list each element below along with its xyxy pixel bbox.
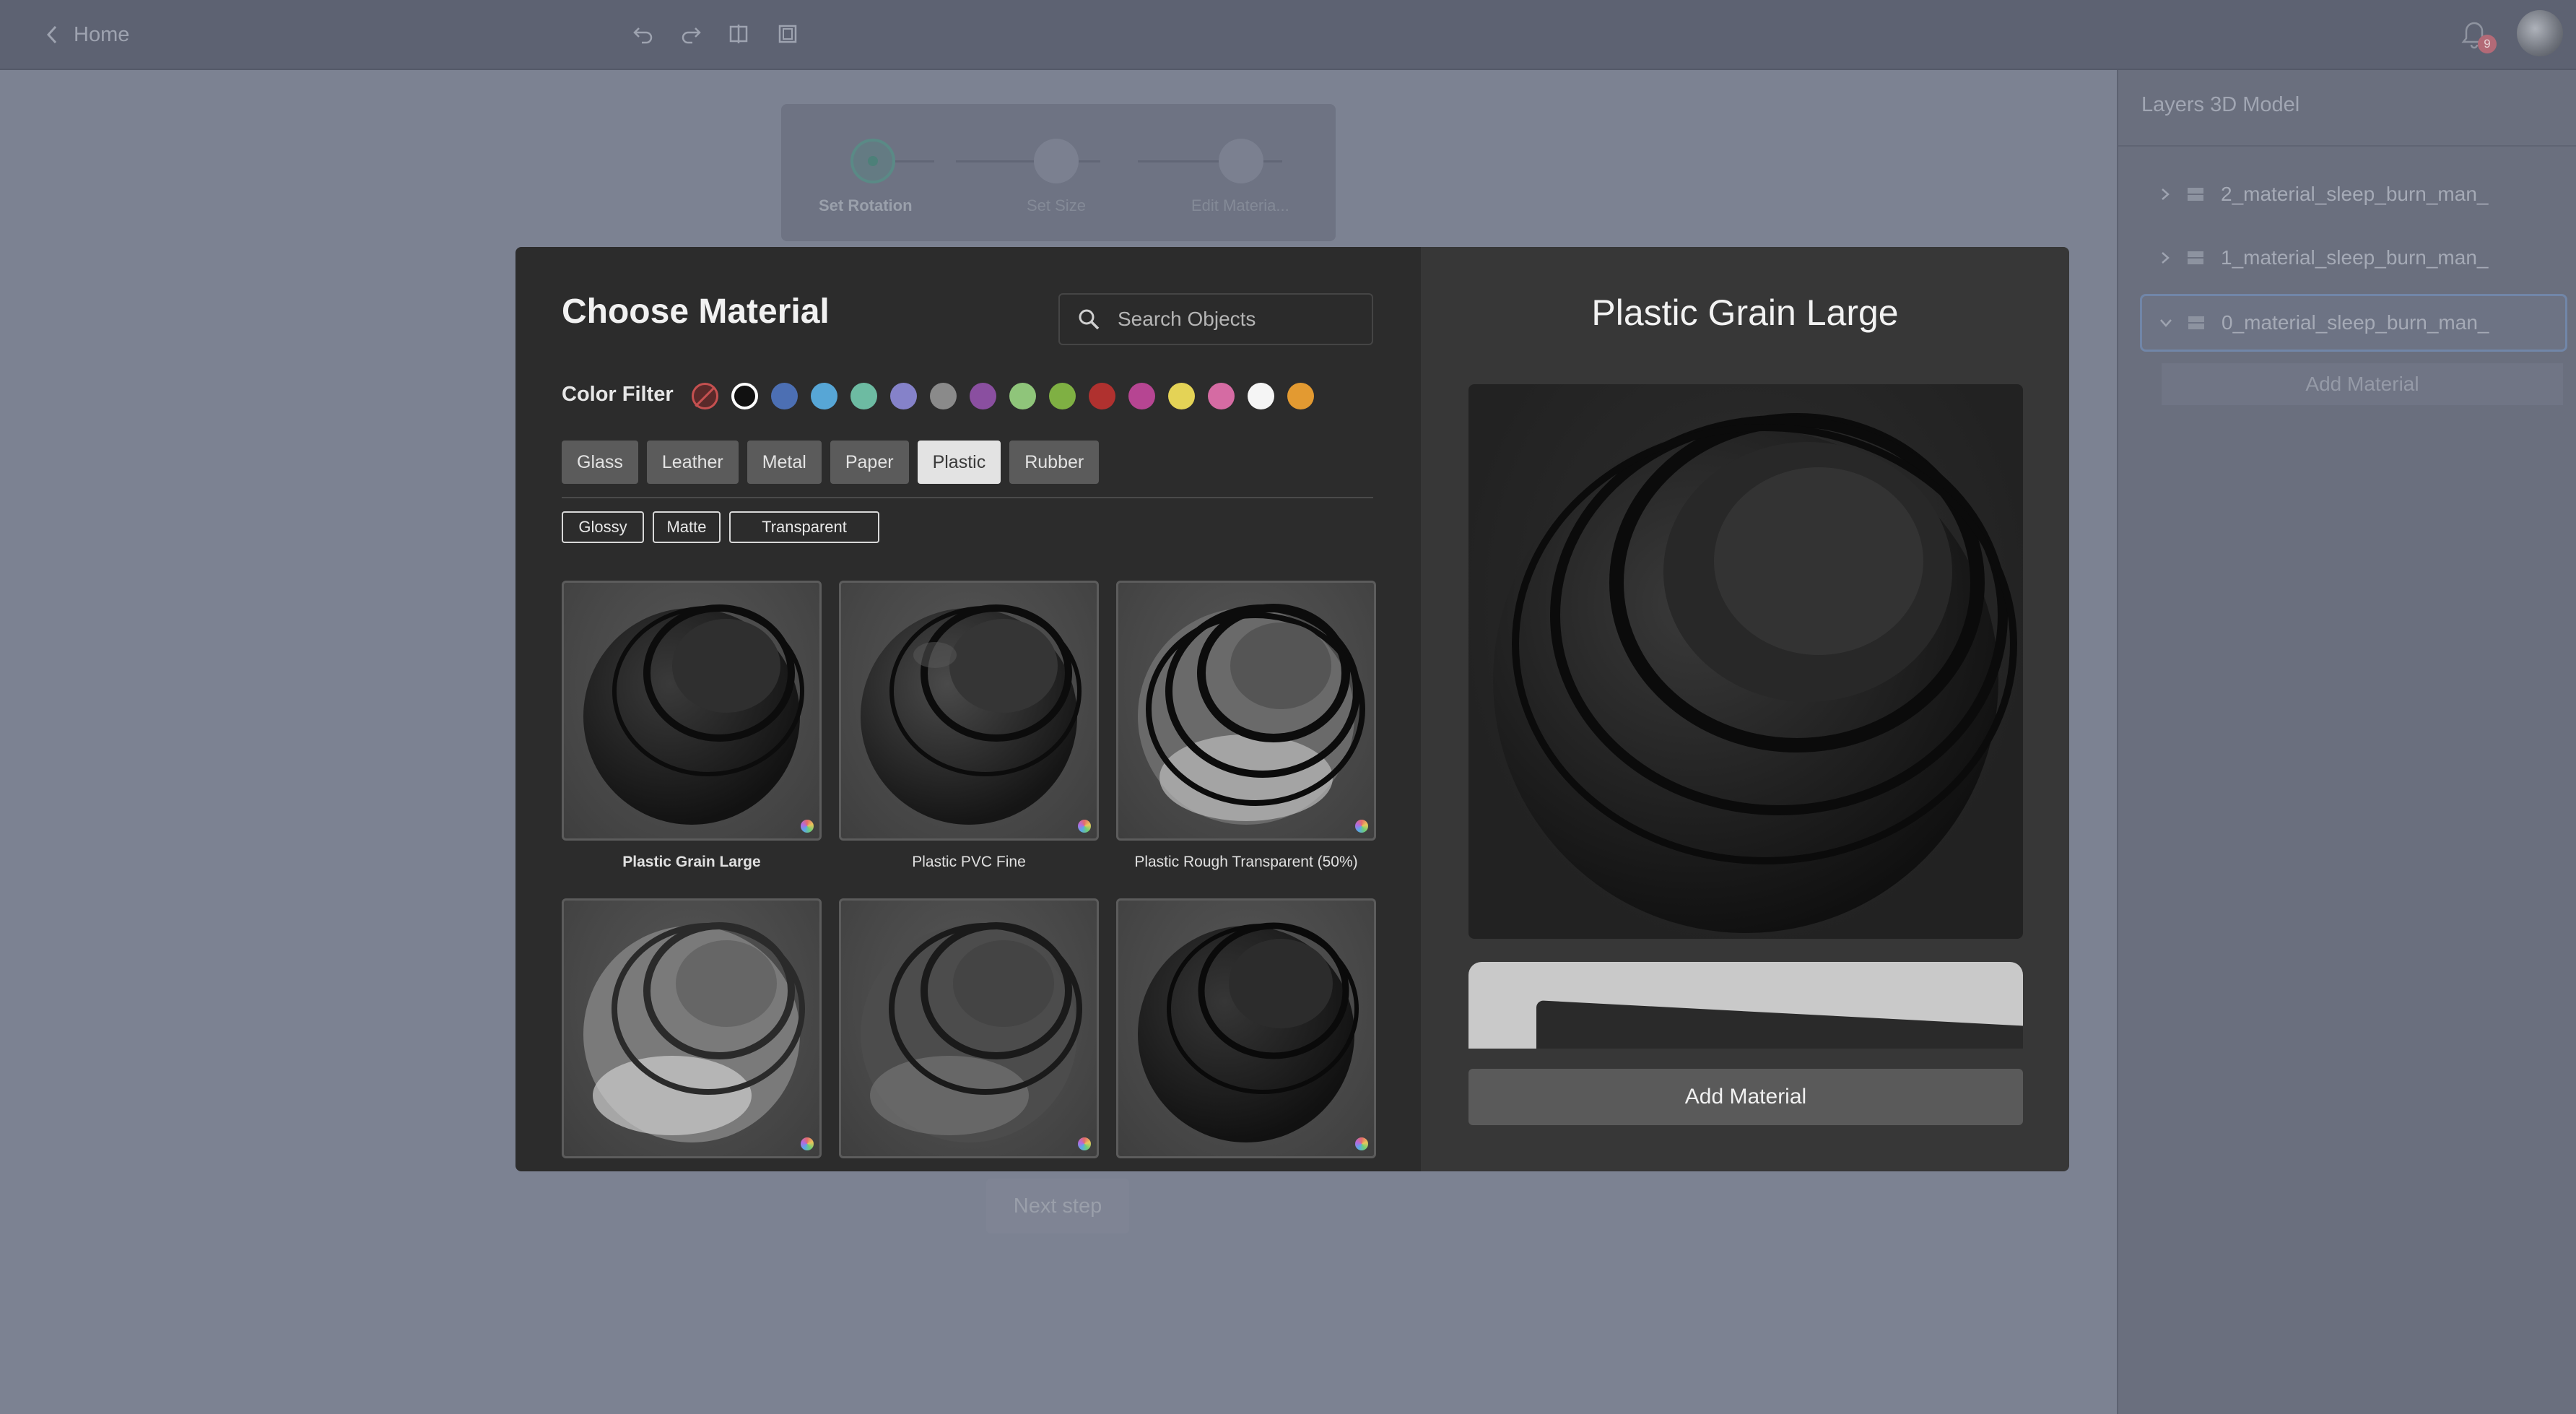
split-view-icon[interactable]: [722, 17, 755, 51]
material-card[interactable]: [839, 581, 1099, 841]
color-swatch-magenta[interactable]: [1128, 382, 1155, 409]
layer-item[interactable]: 2_material_sleep_burn_man_: [2141, 168, 2564, 221]
color-swatch-pink[interactable]: [1208, 382, 1235, 409]
texture-preview-image: [1468, 962, 2023, 1049]
layer-icon: [2188, 251, 2203, 264]
color-swatch-blue[interactable]: [771, 382, 798, 409]
layer-icon: [2188, 316, 2204, 329]
divider: [562, 497, 1373, 498]
layer-name: 0_material_sleep_burn_man_: [2222, 311, 2489, 334]
chevron-right-icon[interactable]: [2154, 251, 2176, 265]
color-swatch-light-blue[interactable]: [811, 382, 837, 409]
material-card[interactable]: [1116, 898, 1376, 1158]
tab-rubber[interactable]: Rubber: [1009, 441, 1100, 484]
color-filter-label: Color Filter: [562, 383, 674, 406]
notification-badge: 9: [2478, 35, 2497, 53]
material-sphere-image: [1138, 604, 1365, 825]
step-label-set-rotation: Set Rotation: [819, 196, 913, 214]
color-swatch-white[interactable]: [1248, 382, 1274, 409]
layer-name: 2_material_sleep_burn_man_: [2221, 183, 2489, 205]
material-preview-image: [1468, 384, 2023, 939]
material-preview-panel: Plastic Grain Large Add Material: [1421, 247, 2069, 1171]
material-sphere-image: [1138, 922, 1359, 1142]
color-swatch-teal[interactable]: [850, 382, 877, 409]
color-swatch-red[interactable]: [1089, 382, 1115, 409]
modal-title: Choose Material: [562, 292, 830, 331]
color-variant-icon: [1355, 820, 1368, 833]
category-tabs: Glass Leather Metal Paper Plastic Rubber: [562, 441, 1108, 484]
filter-matte[interactable]: Matte: [653, 511, 721, 543]
step-dot-set-size[interactable]: [1034, 139, 1079, 183]
next-step-button[interactable]: Next step: [986, 1179, 1129, 1233]
chevron-right-icon[interactable]: [2154, 187, 2176, 201]
color-swatch-gray[interactable]: [930, 382, 957, 409]
add-material-button[interactable]: Add Material: [1468, 1069, 2023, 1125]
redo-icon[interactable]: [674, 17, 708, 51]
finish-filters: Glossy Matte Transparent: [562, 511, 888, 543]
chevron-left-icon: [36, 19, 68, 51]
step-label-set-size: Set Size: [1027, 196, 1086, 214]
material-sphere-image: [583, 604, 804, 825]
color-variant-icon: [801, 820, 814, 833]
color-swatch-yellow[interactable]: [1168, 382, 1195, 409]
search-input[interactable]: [1116, 307, 1357, 331]
divider: [2118, 145, 2576, 147]
color-swatch-purple[interactable]: [970, 382, 996, 409]
filter-glossy[interactable]: Glossy: [562, 511, 644, 543]
layers-panel: Layers 3D Model 2_material_sleep_burn_ma…: [2117, 70, 2576, 1414]
step-connector: [956, 160, 1100, 162]
tab-leather[interactable]: Leather: [646, 441, 739, 484]
layer-icon: [2188, 188, 2203, 201]
color-variant-icon: [801, 1137, 814, 1150]
search-icon: [1079, 309, 1100, 330]
material-card[interactable]: [562, 581, 822, 841]
tab-metal[interactable]: Metal: [747, 441, 822, 484]
material-card[interactable]: [1116, 581, 1376, 841]
material-sphere-image: [861, 922, 1082, 1142]
material-card-label: Plastic Grain Large: [622, 854, 761, 870]
step-label-edit-material: Edit Materia...: [1191, 196, 1289, 214]
preview-title: Plastic Grain Large: [1591, 292, 1899, 333]
material-card-label: Plastic PVC Fine: [912, 854, 1026, 870]
undo-icon[interactable]: [627, 17, 660, 51]
tab-plastic[interactable]: Plastic: [917, 441, 1001, 484]
material-browser: Choose Material Color Filter Glass: [515, 247, 1421, 1171]
material-card-label: Plastic Rough Transparent (50%): [1134, 854, 1358, 870]
color-swatch-orange[interactable]: [1287, 382, 1314, 409]
layer-name: 1_material_sleep_burn_man_: [2221, 246, 2489, 269]
color-swatch-none[interactable]: [692, 382, 718, 409]
color-swatch-lavender[interactable]: [890, 382, 917, 409]
color-variant-icon: [1078, 1137, 1091, 1150]
color-variant-icon: [1078, 820, 1091, 833]
layer-item[interactable]: 1_material_sleep_burn_man_: [2141, 231, 2564, 285]
layer-item-selected[interactable]: 0_material_sleep_burn_man_: [2140, 294, 2567, 352]
material-sphere-image: [861, 604, 1082, 825]
search-box[interactable]: [1058, 293, 1373, 345]
home-label: Home: [74, 22, 130, 46]
avatar[interactable]: [2517, 10, 2563, 56]
material-card[interactable]: [562, 898, 822, 1158]
color-swatches: [692, 381, 1327, 410]
chevron-down-icon[interactable]: [2155, 318, 2177, 328]
step-dot-edit-material[interactable]: [1219, 139, 1263, 183]
stepper: Set Rotation Set Size Edit Materia...: [781, 104, 1336, 241]
top-bar: Home 9: [0, 0, 2576, 70]
material-sphere-image: [583, 922, 805, 1142]
color-swatch-light-green[interactable]: [1009, 382, 1036, 409]
layers-panel-title: Layers 3D Model: [2141, 93, 2300, 116]
choose-material-modal: Choose Material Color Filter Glass: [515, 247, 2069, 1171]
material-card[interactable]: [839, 898, 1099, 1158]
step-dot-set-rotation[interactable]: [850, 139, 895, 183]
color-swatch-black[interactable]: [731, 382, 758, 409]
home-link[interactable]: Home: [36, 19, 129, 51]
layer-add-material-button[interactable]: Add Material: [2162, 363, 2563, 405]
tab-paper[interactable]: Paper: [830, 441, 909, 484]
color-swatch-green[interactable]: [1049, 382, 1076, 409]
color-variant-icon: [1355, 1137, 1368, 1150]
tab-glass[interactable]: Glass: [562, 441, 638, 484]
panel-view-icon[interactable]: [771, 17, 804, 51]
filter-transparent[interactable]: Transparent: [729, 511, 879, 543]
